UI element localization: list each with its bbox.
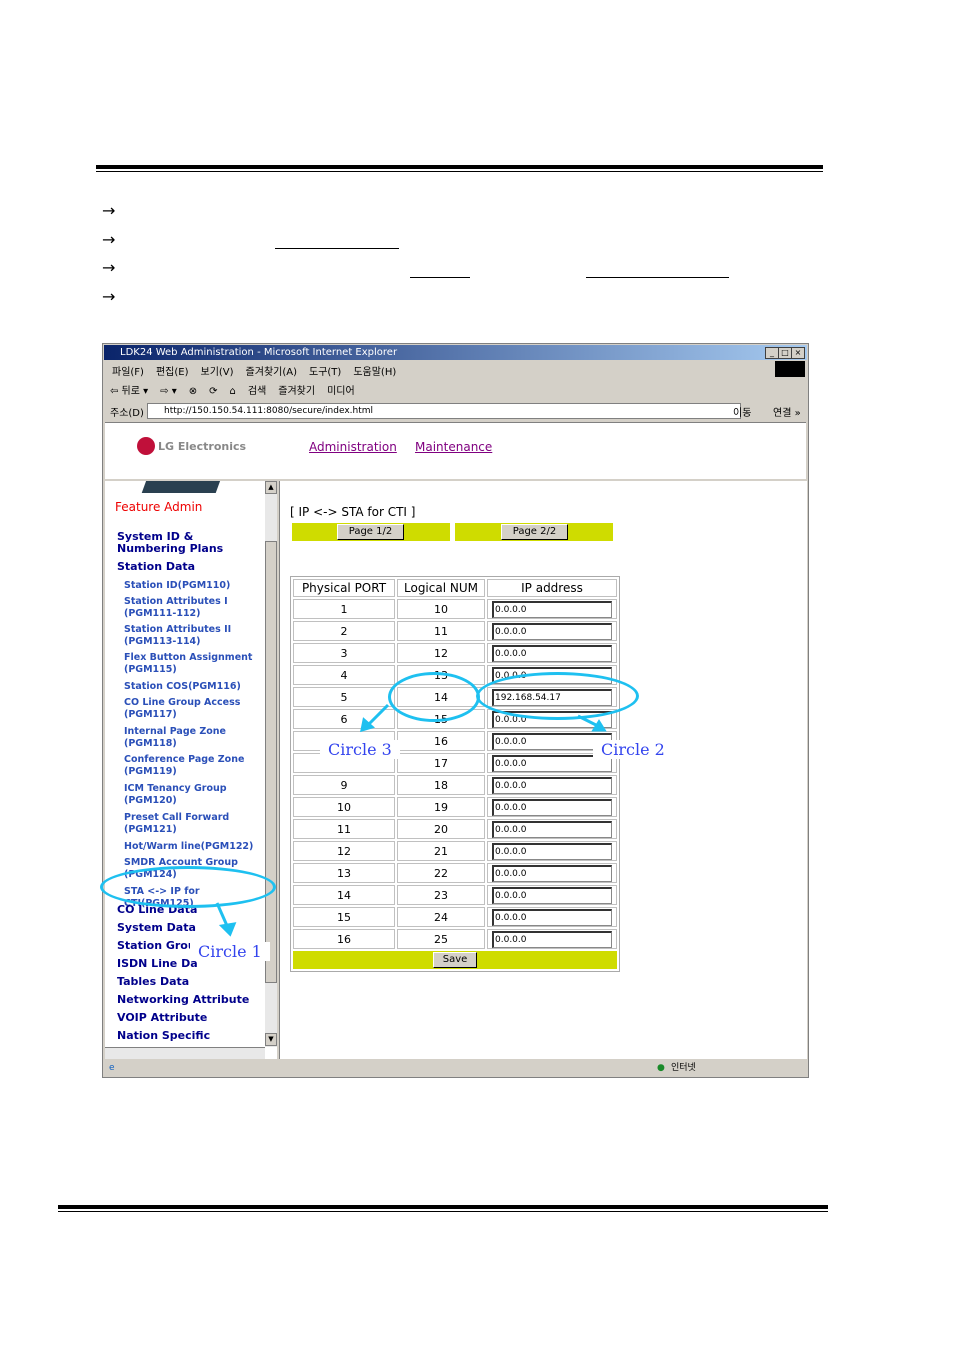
bottom-rule-thin — [58, 1211, 828, 1212]
bottom-rule — [58, 1205, 828, 1209]
annotation-arrows — [215, 703, 607, 937]
